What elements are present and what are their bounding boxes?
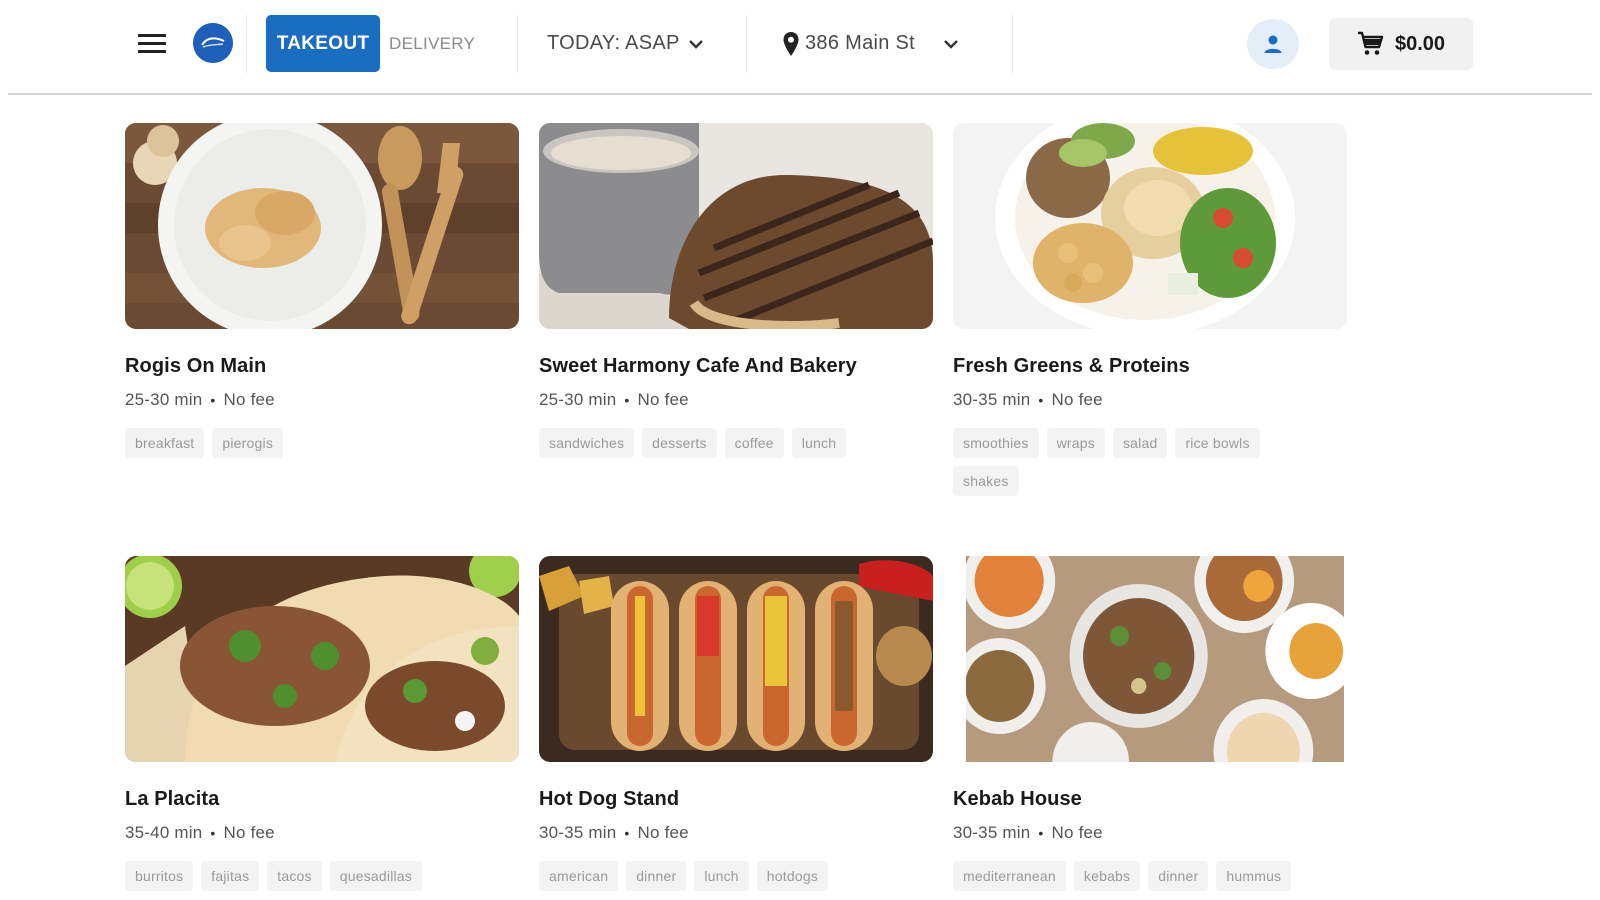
chevron-down-icon (688, 39, 703, 49)
cuisine-tags: sandwiches desserts coffee lunch (539, 428, 899, 458)
cuisine-tag[interactable]: fajitas (201, 861, 260, 891)
restaurant-card[interactable]: Rogis On Main 25-30 min • No fee breakfa… (125, 123, 519, 458)
top-navigation-bar: TAKEOUT DELIVERY TODAY: ASAP 386 Main St (0, 0, 1600, 94)
separator-dot: • (1038, 392, 1044, 408)
cuisine-tag[interactable]: tacos (267, 861, 322, 891)
takeout-toggle-button[interactable]: TAKEOUT (266, 15, 380, 72)
cuisine-tag[interactable]: breakfast (125, 428, 205, 458)
restaurant-name: Hot Dog Stand (539, 788, 680, 810)
restaurant-meta: 25-30 min • No fee (125, 390, 519, 410)
header-divider (746, 15, 747, 73)
separator-dot: • (210, 825, 216, 841)
cuisine-tag[interactable]: smoothies (953, 428, 1039, 458)
cuisine-tag[interactable]: mediterranean (953, 861, 1066, 891)
cuisine-tag[interactable]: rice bowls (1175, 428, 1260, 458)
delivery-time: 35-40 min (125, 823, 203, 842)
header-divider (246, 15, 247, 73)
restaurant-name: La Placita (125, 788, 220, 810)
restaurant-photo-kebab (966, 556, 1344, 762)
restaurant-card[interactable]: La Placita 35-40 min • No fee burritos f… (125, 556, 519, 891)
cuisine-tag[interactable]: desserts (642, 428, 717, 458)
delivery-time: 25-30 min (539, 390, 617, 409)
cuisine-tags: smoothies wraps salad rice bowls shakes (953, 428, 1313, 496)
delivery-toggle-button[interactable]: DELIVERY (389, 15, 489, 72)
delivery-time: 30-35 min (953, 390, 1031, 409)
restaurant-card[interactable]: Sweet Harmony Cafe And Bakery 25-30 min … (539, 123, 933, 458)
header-divider (1012, 15, 1013, 73)
hamburger-menu-icon[interactable] (136, 29, 168, 57)
cuisine-tag[interactable]: hummus (1216, 861, 1292, 891)
chevron-down-icon (944, 39, 958, 49)
separator-dot: • (624, 825, 630, 841)
restaurant-card[interactable]: Kebab House 30-35 min • No fee mediterra… (953, 556, 1347, 891)
separator-dot: • (624, 392, 630, 408)
cuisine-tag[interactable]: american (539, 861, 619, 891)
restaurant-meta: 30-35 min • No fee (539, 823, 933, 843)
brand-logo[interactable] (193, 23, 233, 63)
delivery-time: 30-35 min (539, 823, 617, 842)
cuisine-tags: mediterranean kebabs dinner hummus (953, 861, 1313, 891)
restaurant-name: Rogis On Main (125, 355, 267, 377)
cuisine-tag[interactable]: hotdogs (756, 861, 829, 891)
cuisine-tag[interactable]: burritos (125, 861, 194, 891)
order-time-selector[interactable]: TODAY: ASAP (547, 15, 704, 72)
fee-label: No fee (223, 390, 275, 409)
separator-dot: • (210, 392, 216, 408)
restaurant-name: Fresh Greens & Proteins (953, 355, 1190, 377)
restaurant-photo-bowl (953, 123, 1347, 329)
user-icon (1264, 35, 1282, 53)
fee-label: No fee (637, 823, 689, 842)
cuisine-tag[interactable]: dinner (626, 861, 687, 891)
cuisine-tag[interactable]: salad (1112, 428, 1168, 458)
header-bottom-border (8, 93, 1592, 95)
address-label: 386 Main St (805, 32, 916, 54)
restaurant-card[interactable]: Hot Dog Stand 30-35 min • No fee america… (539, 556, 933, 891)
location-pin-icon (783, 31, 799, 56)
cuisine-tag[interactable]: wraps (1046, 428, 1105, 458)
cuisine-tag[interactable]: pierogis (212, 428, 284, 458)
restaurant-name: Sweet Harmony Cafe And Bakery (539, 355, 857, 377)
restaurant-meta: 35-40 min • No fee (125, 823, 519, 843)
cuisine-tag[interactable]: lunch (694, 861, 749, 891)
account-button[interactable] (1247, 19, 1299, 69)
fee-label: No fee (637, 390, 689, 409)
cuisine-tag[interactable]: kebabs (1073, 861, 1141, 891)
restaurant-meta: 30-35 min • No fee (953, 823, 1347, 843)
cart-button[interactable]: $0.00 (1329, 18, 1473, 70)
order-time-label: TODAY: ASAP (547, 32, 680, 54)
address-selector[interactable]: 386 Main St (782, 15, 959, 72)
restaurant-photo-pierogis (125, 123, 519, 329)
cuisine-tag[interactable]: quesadillas (329, 861, 422, 891)
fee-label: No fee (1051, 390, 1103, 409)
cuisine-tag[interactable]: sandwiches (539, 428, 635, 458)
cart-total: $0.00 (1394, 32, 1446, 55)
shopping-cart-icon (1357, 31, 1384, 55)
restaurant-photo-hotdogs (539, 556, 933, 762)
header-divider (517, 15, 518, 73)
cuisine-tags: american dinner lunch hotdogs (539, 861, 899, 891)
restaurant-photo-tacos (125, 556, 519, 762)
fee-label: No fee (1051, 823, 1103, 842)
cuisine-tags: breakfast pierogis (125, 428, 485, 458)
restaurant-name: Kebab House (953, 788, 1082, 810)
cuisine-tags: burritos fajitas tacos quesadillas (125, 861, 485, 891)
fee-label: No fee (223, 823, 275, 842)
restaurant-photo-panini (539, 123, 933, 329)
cuisine-tag[interactable]: lunch (791, 428, 847, 458)
cuisine-tag[interactable]: coffee (724, 428, 784, 458)
delivery-time: 30-35 min (953, 823, 1031, 842)
delivery-time: 25-30 min (125, 390, 203, 409)
restaurant-card[interactable]: Fresh Greens & Proteins 30-35 min • No f… (953, 123, 1347, 496)
restaurant-meta: 25-30 min • No fee (539, 390, 933, 410)
separator-dot: • (1038, 825, 1044, 841)
cuisine-tag[interactable]: dinner (1148, 861, 1209, 891)
cuisine-tag[interactable]: shakes (953, 466, 1019, 496)
restaurant-meta: 30-35 min • No fee (953, 390, 1347, 410)
